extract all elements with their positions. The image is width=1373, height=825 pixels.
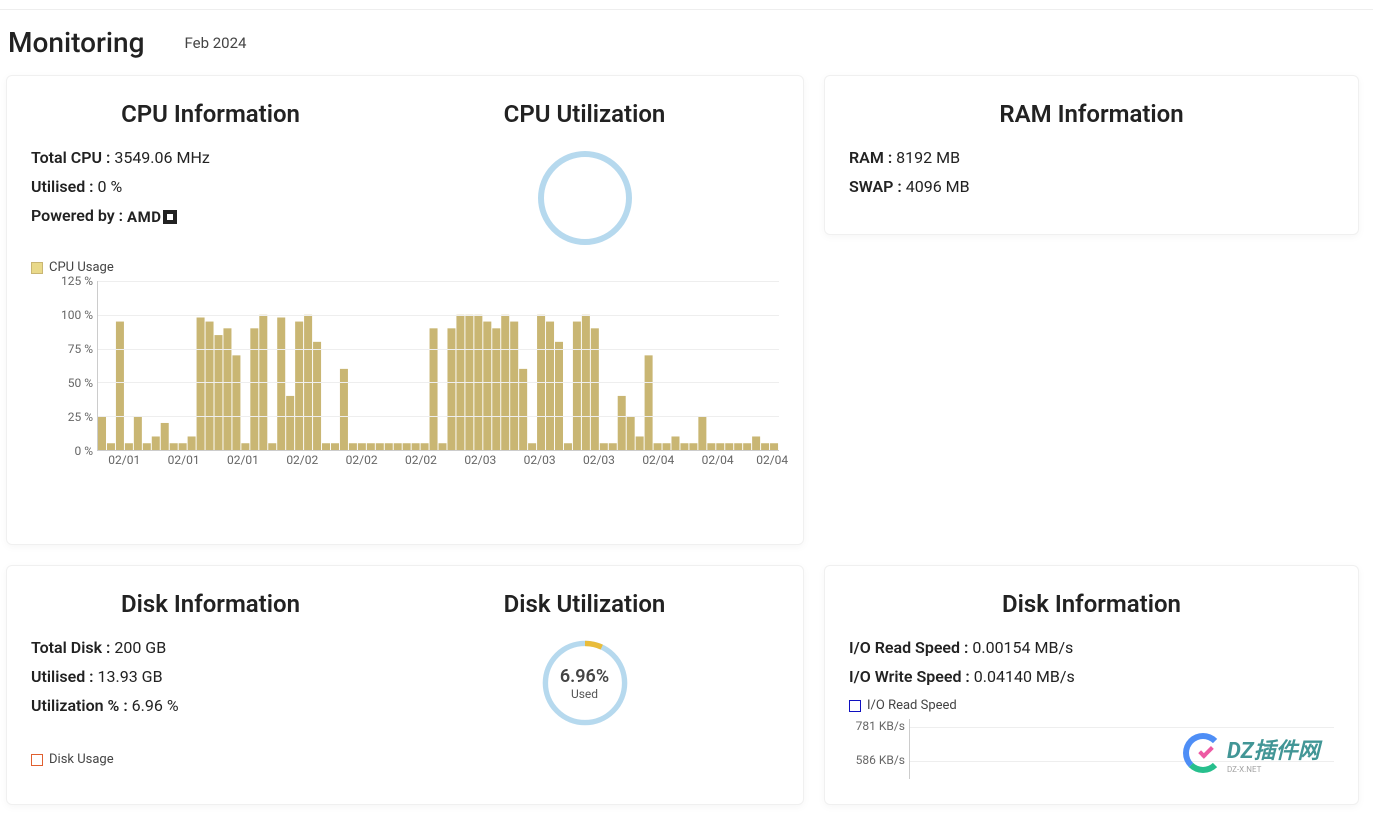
cpu-info-title: CPU Information (31, 100, 390, 128)
disk-utilised-row: Utilised : 13.93 GB (31, 667, 390, 686)
cpu-legend-swatch (31, 262, 43, 274)
cpu-usage-chart[interactable]: 125 % 100 % 75 % 50 % 25 % 0 % 02/01 02/… (31, 281, 779, 461)
disk-card: Disk Information Total Disk : 200 GB Uti… (6, 565, 804, 805)
cpu-donut-chart (535, 148, 635, 248)
cpu-plot-area (97, 281, 779, 451)
cpu-chart-legend: CPU Usage (31, 260, 779, 275)
io-write-value: 0.04140 MB/s (974, 667, 1075, 686)
y-tick: 75 % (68, 342, 93, 356)
swap-row: SWAP : 4096 MB (849, 177, 1334, 196)
cpu-utilised-value: 0 % (98, 177, 123, 196)
y-tick: 0 % (74, 444, 93, 458)
y-tick: 50 % (68, 376, 93, 390)
x-tick: 02/04 (642, 453, 674, 467)
cpu-x-axis: 02/01 02/01 02/01 02/02 02/02 02/02 02/0… (97, 453, 779, 473)
disk-chart-legend: Disk Usage (31, 752, 779, 767)
ram-value: 8192 MB (896, 148, 960, 167)
disk-donut-sub: Used (571, 687, 598, 701)
cpu-y-axis: 125 % 100 % 75 % 50 % 25 % 0 % (31, 281, 97, 451)
amd-arrow-icon (163, 210, 177, 224)
watermark-icon (1183, 733, 1223, 773)
y-tick: 25 % (68, 410, 93, 424)
disk-io-title: Disk Information (849, 590, 1334, 618)
topbar-divider (0, 0, 1373, 10)
cpu-util-title: CPU Utilization (390, 100, 779, 128)
cpu-card: CPU Information Total CPU : 3549.06 MHz … (6, 75, 804, 545)
disk-pct-label: Utilization % : (31, 696, 132, 715)
cpu-info-col: CPU Information Total CPU : 3549.06 MHz … (31, 100, 390, 248)
cpu-total-value: 3549.06 MHz (114, 148, 209, 167)
y-tick: 100 % (61, 308, 93, 322)
x-tick: 02/01 (168, 453, 200, 467)
cpu-legend-label: CPU Usage (49, 260, 114, 275)
cpu-utilised-label: Utilised : (31, 177, 98, 196)
disk-legend-label: Disk Usage (49, 752, 114, 767)
disk-donut-value: 6.96% (560, 666, 609, 687)
disk-legend-swatch (31, 754, 43, 766)
x-tick: 02/01 (227, 453, 259, 467)
disk-donut-chart: 6.96% Used (540, 638, 630, 728)
disk-pct-value: 6.96 % (132, 696, 179, 715)
cpu-total-label: Total CPU : (31, 148, 114, 167)
io-legend-swatch (849, 700, 861, 712)
disk-utilised-label: Utilised : (31, 667, 98, 686)
x-tick: 02/03 (464, 453, 496, 467)
disk-pct-row: Utilization % : 6.96 % (31, 696, 390, 715)
cpu-util-col: CPU Utilization (390, 100, 779, 248)
main-grid: CPU Information Total CPU : 3549.06 MHz … (0, 67, 1373, 825)
disk-total-value: 200 GB (114, 638, 166, 657)
x-tick: 02/01 (108, 453, 140, 467)
ram-row: RAM : 8192 MB (849, 148, 1334, 167)
disk-util-title: Disk Utilization (390, 590, 779, 618)
io-write-label: I/O Write Speed : (849, 667, 974, 686)
io-write-row: I/O Write Speed : 0.04140 MB/s (849, 667, 1334, 686)
swap-value: 4096 MB (906, 177, 970, 196)
io-chart-legend: I/O Read Speed (849, 698, 1334, 713)
disk-total-row: Total Disk : 200 GB (31, 638, 390, 657)
io-y-axis: 781 KB/s 586 KB/s (849, 719, 909, 779)
cpu-total-row: Total CPU : 3549.06 MHz (31, 148, 390, 167)
disk-info-col: Disk Information Total Disk : 200 GB Uti… (31, 590, 390, 728)
watermark-logo: DZ插件网 DZ-X.NET (1183, 728, 1333, 778)
io-read-value: 0.00154 MB/s (972, 638, 1073, 657)
y-tick: 781 KB/s (849, 719, 905, 733)
y-tick: 586 KB/s (849, 753, 905, 767)
x-tick: 02/03 (583, 453, 615, 467)
swap-label: SWAP : (849, 177, 906, 196)
x-tick: 02/02 (405, 453, 437, 467)
x-tick: 02/04 (702, 453, 734, 467)
disk-info-title: Disk Information (31, 590, 390, 618)
watermark-brand: DZ插件网 (1227, 733, 1320, 765)
ram-title: RAM Information (849, 100, 1334, 128)
cpu-powered-label: Powered by : (31, 206, 127, 225)
ram-card: RAM Information RAM : 8192 MB SWAP : 409… (824, 75, 1359, 235)
ram-label: RAM : (849, 148, 896, 167)
x-tick: 02/02 (346, 453, 378, 467)
cpu-utilised-row: Utilised : 0 % (31, 177, 390, 196)
cpu-bars-svg (98, 281, 779, 450)
date-label: Feb 2024 (184, 34, 246, 52)
page-header: Monitoring Feb 2024 (0, 10, 1373, 67)
x-tick: 02/04 (756, 453, 788, 467)
amd-logo: AMD (127, 208, 177, 226)
amd-logo-text: AMD (127, 208, 161, 226)
cpu-powered-row: Powered by : AMD (31, 206, 390, 226)
disk-utilised-value: 13.93 GB (98, 667, 163, 686)
io-read-label: I/O Read Speed : (849, 638, 972, 657)
page-title: Monitoring (8, 26, 144, 59)
x-tick: 02/02 (286, 453, 318, 467)
io-legend-label: I/O Read Speed (867, 698, 957, 713)
y-tick: 125 % (61, 274, 93, 288)
x-tick: 02/03 (524, 453, 556, 467)
io-read-row: I/O Read Speed : 0.00154 MB/s (849, 638, 1334, 657)
disk-total-label: Total Disk : (31, 638, 114, 657)
disk-util-col: Disk Utilization 6.96% Used (390, 590, 779, 728)
watermark-sub: DZ-X.NET (1227, 765, 1320, 774)
